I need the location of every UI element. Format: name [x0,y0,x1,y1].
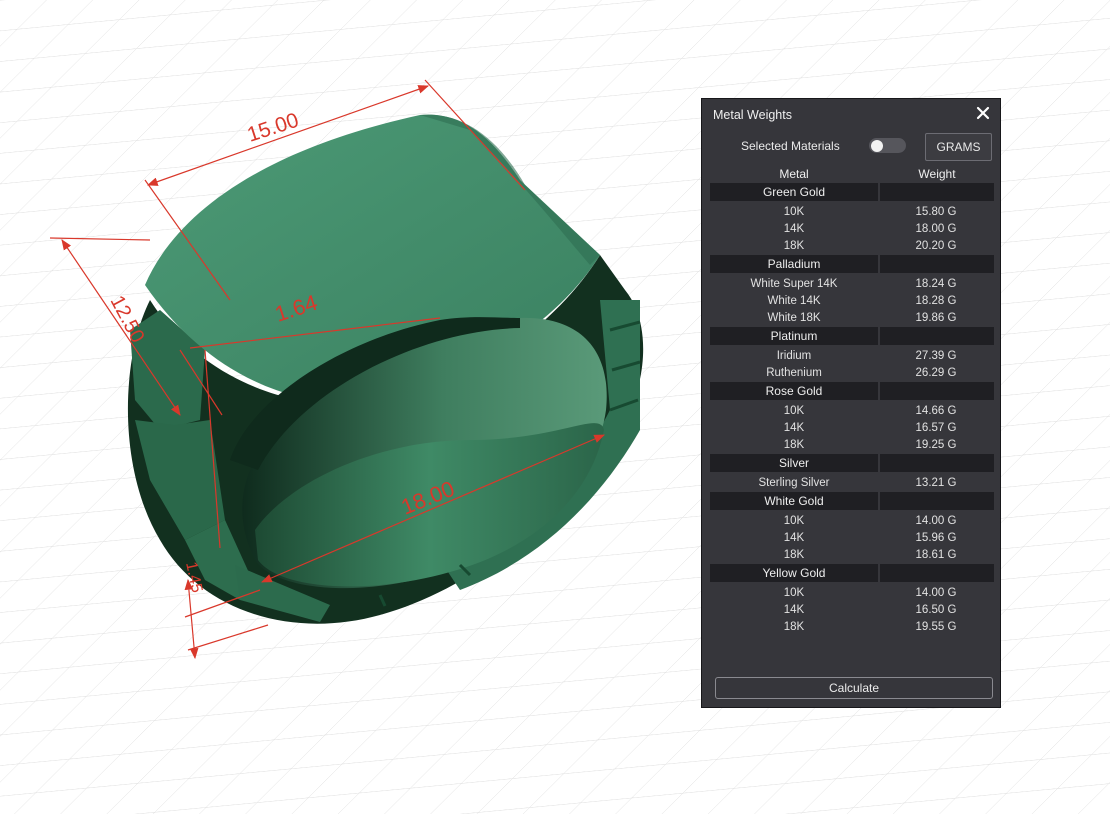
metal-weight-value: 18.28 G [915,294,957,307]
metal-group-name: Rose Gold [710,382,878,400]
metal-group-name: Silver [710,454,878,472]
metal-weight-value: 15.96 G [915,531,957,544]
metal-group-weight-cell [880,327,994,345]
calculate-button[interactable]: Calculate [715,677,993,699]
unit-grams-button[interactable]: GRAMS [925,133,992,161]
metal-group-weight-cell [880,564,994,582]
metal-alloy-name: 18K [783,239,805,252]
close-button[interactable] [974,104,992,122]
metal-group-weight-cell [880,382,994,400]
metal-alloy-name: 10K [783,404,805,417]
metal-row: White 14K 18.28 G [710,292,994,309]
metal-row: 14K 16.57 G [710,419,994,436]
metal-row: 18K 19.55 G [710,618,994,635]
metal-alloy-name: 10K [783,586,805,599]
metal-weight-value: 18.24 G [915,277,957,290]
metal-weight-value: 16.57 G [915,421,957,434]
metal-group-name: Green Gold [710,183,878,201]
metal-row: 18K 18.61 G [710,546,994,563]
metal-weight-value: 18.00 G [915,222,957,235]
metal-alloy-name: 10K [783,514,805,527]
metal-row: 14K 15.96 G [710,529,994,546]
metal-group-weight-cell [880,183,994,201]
metal-group-name: Palladium [710,255,878,273]
metal-group-header: Green Gold [710,183,994,201]
metal-row: 14K 16.50 G [710,601,994,618]
metal-row: 10K 14.66 G [710,402,994,419]
metal-alloy-name: White Super 14K [750,277,838,290]
metal-group-header: Rose Gold [710,382,994,400]
metal-weight-value: 26.29 G [915,366,957,379]
close-icon [976,106,990,120]
metal-weight-value: 19.55 G [915,620,957,633]
metal-group-weight-cell [880,454,994,472]
metal-group-name: White Gold [710,492,878,510]
metal-row: White Super 14K 18.24 G [710,275,994,292]
weights-table: Green Gold 10K 15.80 G 14K 18.00 G 18K 20.20 G… [710,183,994,636]
metal-group-name: Platinum [710,327,878,345]
metal-row: Sterling Silver 13.21 G [710,474,994,491]
metal-row: 14K 18.00 G [710,220,994,237]
metal-alloy-name: 18K [783,620,805,633]
selected-materials-label: Selected Materials [741,139,840,153]
metal-group-header: Platinum [710,327,994,345]
metal-weight-value: 16.50 G [915,603,957,616]
column-header-metal: Metal [779,167,809,181]
metal-alloy-name: Ruthenium [766,366,822,379]
metal-row: 10K 15.80 G [710,203,994,220]
metal-weight-value: 14.00 G [915,514,957,527]
metal-alloy-name: 18K [783,548,805,561]
metal-weight-value: 18.61 G [915,548,957,561]
metal-weight-value: 19.86 G [915,311,957,324]
metal-group-name: Yellow Gold [710,564,878,582]
metal-alloy-name: Sterling Silver [758,476,830,489]
column-header-weight: Weight [918,167,956,181]
metal-alloy-name: White 18K [767,311,821,324]
metal-group-header: Palladium [710,255,994,273]
metal-group-header: Silver [710,454,994,472]
metal-group-header: Yellow Gold [710,564,994,582]
metal-weight-value: 14.00 G [915,586,957,599]
metal-weights-panel: Metal Weights Selected Materials GRAMS M… [701,98,1001,708]
metal-alloy-name: 14K [783,603,805,616]
metal-group-weight-cell [880,492,994,510]
metal-row: 18K 19.25 G [710,436,994,453]
metal-row: Iridium 27.39 G [710,347,994,364]
metal-alloy-name: 14K [783,531,805,544]
toggle-knob [871,139,883,152]
metal-row: 10K 14.00 G [710,584,994,601]
metal-row: Ruthenium 26.29 G [710,364,994,381]
metal-weight-value: 15.80 G [915,205,957,218]
selected-materials-toggle[interactable] [869,138,906,153]
metal-weight-value: 14.66 G [915,404,957,417]
panel-title: Metal Weights [713,108,792,122]
metal-alloy-name: 14K [783,222,805,235]
metal-alloy-name: 10K [783,205,805,218]
metal-alloy-name: White 14K [767,294,821,307]
metal-alloy-name: 18K [783,438,805,451]
metal-row: 10K 14.00 G [710,512,994,529]
metal-weight-value: 20.20 G [915,239,957,252]
metal-group-header: White Gold [710,492,994,510]
metal-weight-value: 19.25 G [915,438,957,451]
metal-alloy-name: 14K [783,421,805,434]
metal-weight-value: 27.39 G [915,349,957,362]
metal-row: White 18K 19.86 G [710,309,994,326]
metal-group-weight-cell [880,255,994,273]
metal-alloy-name: Iridium [776,349,812,362]
metal-weight-value: 13.21 G [915,476,957,489]
metal-row: 18K 20.20 G [710,237,994,254]
